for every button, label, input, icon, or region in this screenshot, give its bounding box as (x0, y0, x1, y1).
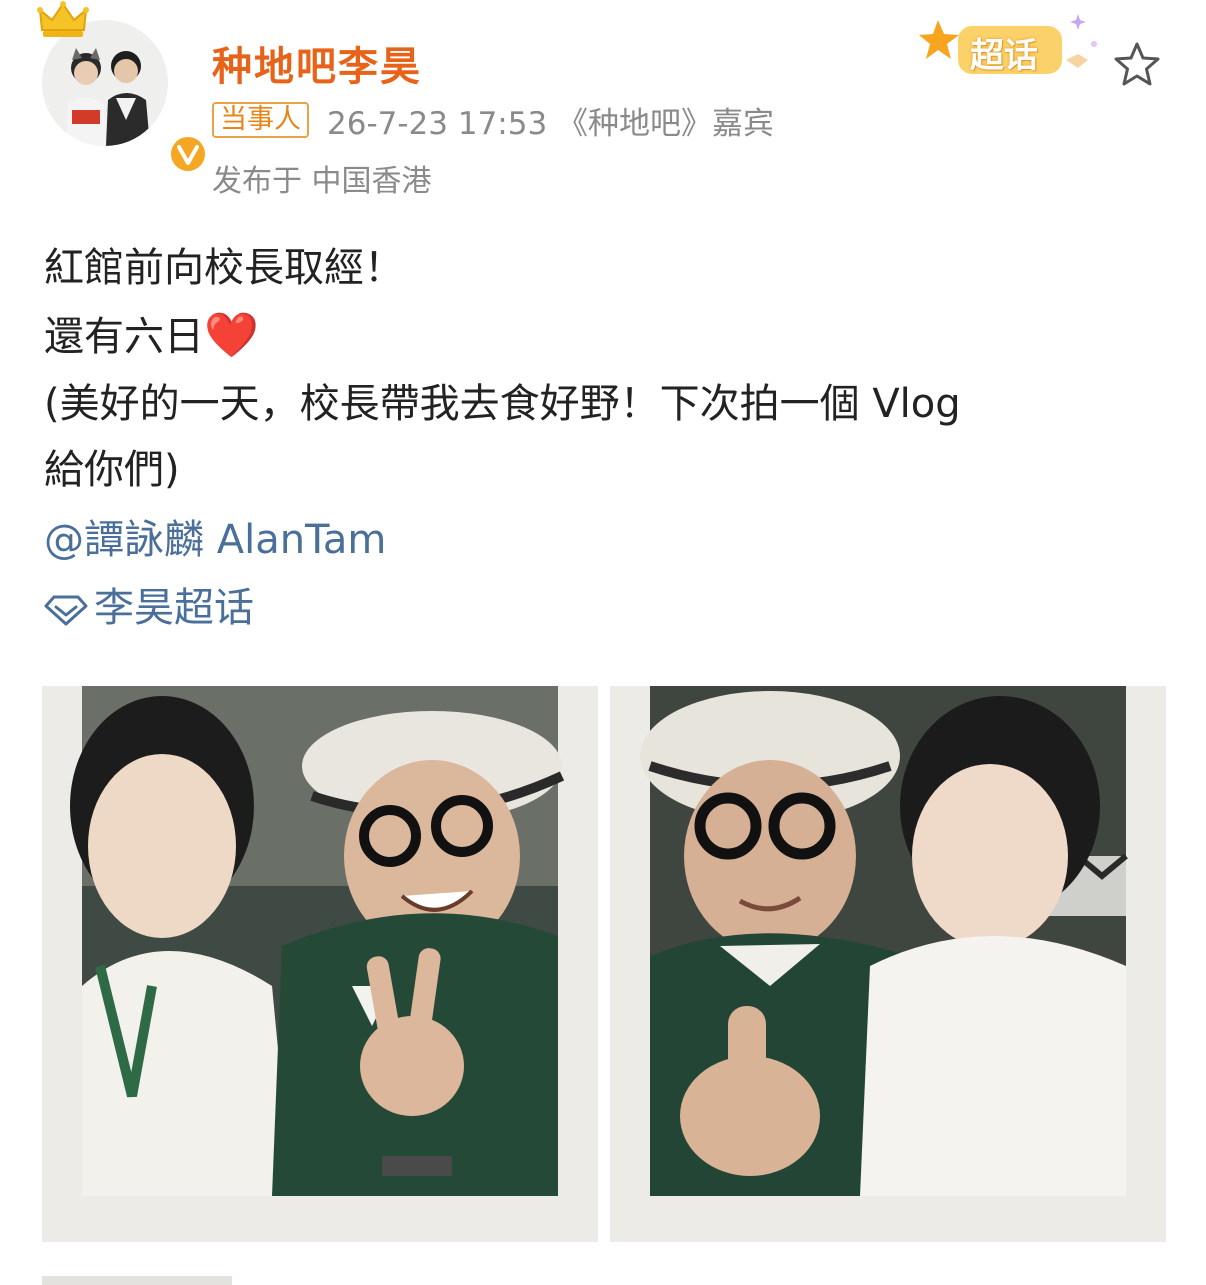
post-timestamp-source: 26-7-23 17:53 《种地吧》嘉宾 (327, 105, 775, 142)
post-text-line-4: 給你們) (44, 447, 180, 493)
star-icon[interactable] (1112, 40, 1162, 90)
supertopic-link-text: 李昊超话 (94, 585, 254, 631)
supertopic-link[interactable]: 李昊超话 (44, 584, 254, 632)
next-content-edge (42, 1276, 232, 1285)
supertopic-diamond-icon (44, 595, 88, 626)
supertopic-badge[interactable]: 超话 (918, 8, 1104, 90)
post-text-line-2-text: 還有六日 (44, 314, 204, 360)
crown-icon (37, 1, 89, 37)
post-photo-1[interactable] (42, 686, 598, 1242)
post-photo-2[interactable] (610, 686, 1166, 1242)
supertopic-label: 超话 (970, 36, 1038, 76)
photo-1-image (42, 686, 598, 1242)
post-meta-row: 当事人 26-7-23 17:53 《种地吧》嘉宾 (212, 100, 775, 142)
heart-emoji-icon: ❤️ (204, 310, 259, 361)
verified-badge-icon (168, 134, 208, 174)
role-badge: 当事人 (212, 102, 309, 138)
username[interactable]: 种地吧李昊 (212, 34, 422, 92)
photo-2-image (610, 686, 1166, 1242)
post-text-line-2: 還有六日❤️ (44, 312, 259, 361)
weibo-post: 种地吧李昊 当事人 26-7-23 17:53 《种地吧》嘉宾 发布于 中国香港… (0, 0, 1206, 1285)
post-text-line-1: 紅館前向校長取經！ (44, 245, 404, 291)
mention-link[interactable]: @譚詠麟 AlanTam (44, 516, 386, 564)
avatar-container[interactable] (37, 1, 208, 174)
post-text-line-3: (美好的一天，校長帶我去食好野！下次拍一個 Vlog (44, 381, 961, 427)
post-location: 发布于 中国香港 (212, 164, 432, 199)
